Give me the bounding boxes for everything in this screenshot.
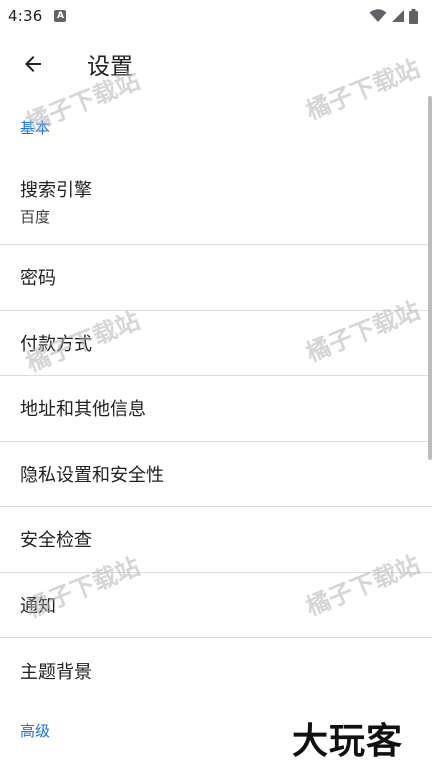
- setting-payment-methods[interactable]: 付款方式: [0, 311, 432, 376]
- setting-passwords[interactable]: 密码: [0, 245, 432, 311]
- battery-icon: [409, 8, 418, 24]
- arrow-back-icon: [25, 56, 41, 72]
- setting-title: 搜索引擎: [20, 179, 92, 201]
- page-title: 设置: [87, 54, 133, 80]
- setting-title: 付款方式: [20, 333, 92, 355]
- settings-screen: 4:36 A 设置 基本 搜索引擎 百度 密码 付款方式 地址和其他信息 隐私设…: [0, 0, 432, 768]
- back-button[interactable]: [9, 40, 57, 88]
- setting-title: 地址和其他信息: [20, 399, 146, 421]
- setting-safety-check[interactable]: 安全检查: [0, 507, 432, 573]
- status-bar: 4:36 A: [0, 0, 432, 32]
- setting-search-engine[interactable]: 搜索引擎 百度: [0, 158, 432, 245]
- setting-title: 通知: [20, 595, 56, 617]
- setting-notifications[interactable]: 通知: [0, 573, 432, 638]
- scrollbar[interactable]: [428, 96, 432, 460]
- section-header-basic: 基本: [20, 118, 51, 137]
- setting-title: 隐私设置和安全性: [20, 464, 164, 486]
- setting-subtitle: 百度: [20, 207, 51, 226]
- setting-theme[interactable]: 主题背景: [0, 638, 432, 704]
- notification-badge-icon: A: [54, 10, 67, 22]
- setting-addresses[interactable]: 地址和其他信息: [0, 376, 432, 442]
- toolbar: 设置: [0, 32, 432, 96]
- wifi-icon: [369, 9, 387, 22]
- setting-title: 密码: [20, 268, 56, 290]
- status-icons: [369, 8, 418, 24]
- setting-title: 安全检查: [20, 530, 92, 552]
- setting-privacy-security[interactable]: 隐私设置和安全性: [0, 442, 432, 507]
- status-time: 4:36: [8, 7, 43, 25]
- setting-title: 主题背景: [20, 661, 92, 683]
- signal-icon: [392, 10, 404, 22]
- brand-logo: 大玩客: [292, 720, 404, 762]
- settings-list: 基本 搜索引擎 百度 密码 付款方式 地址和其他信息 隐私设置和安全性 安全检查…: [0, 96, 432, 758]
